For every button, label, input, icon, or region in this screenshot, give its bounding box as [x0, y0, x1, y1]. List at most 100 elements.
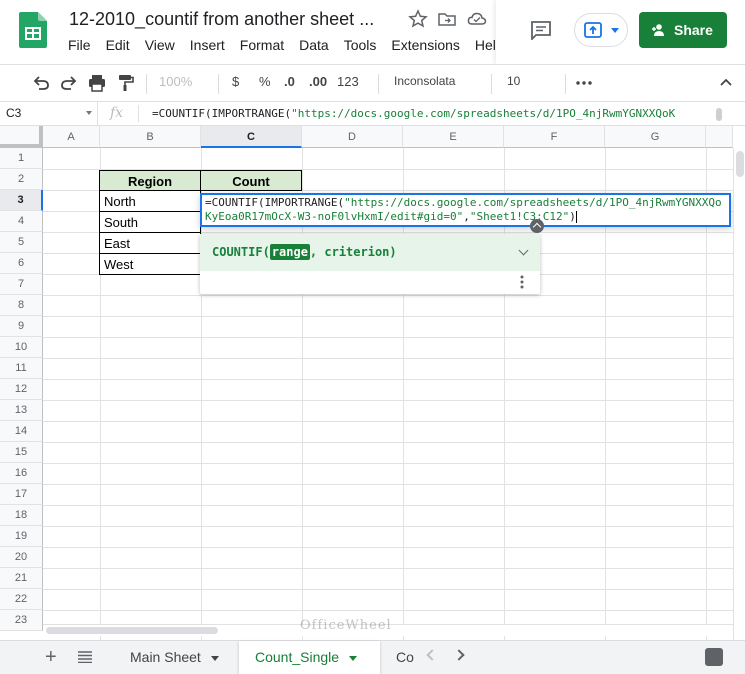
menu-bar: File Edit View Insert Format Data Tools …: [68, 37, 511, 53]
sheet-tab-partial[interactable]: Co: [396, 641, 416, 674]
formula-bar-scroll[interactable]: [716, 108, 722, 121]
row-header[interactable]: 1: [0, 148, 43, 169]
sheet-tab-menu-icon[interactable]: [349, 655, 358, 661]
horizontal-scroll-thumb[interactable]: [46, 627, 218, 634]
row-header[interactable]: 13: [0, 400, 43, 421]
sheet-tab-main-sheet[interactable]: Main Sheet: [114, 641, 236, 674]
more-formats-button[interactable]: 123: [337, 74, 359, 89]
toolbar-divider: [218, 74, 219, 94]
row-header[interactable]: 20: [0, 547, 43, 568]
menu-help[interactable]: Hel: [475, 37, 496, 53]
gridline: [43, 337, 733, 338]
column-header-a[interactable]: A: [43, 126, 100, 148]
row-header[interactable]: 8: [0, 295, 43, 316]
row-header[interactable]: 3: [0, 190, 43, 211]
row-header[interactable]: 12: [0, 379, 43, 400]
region-cell[interactable]: West: [99, 254, 201, 275]
region-cell[interactable]: North: [99, 191, 201, 212]
row-header[interactable]: 9: [0, 316, 43, 337]
menu-format[interactable]: Format: [240, 37, 284, 53]
menu-data[interactable]: Data: [299, 37, 329, 53]
cell-editor[interactable]: =COUNTIF(IMPORTRANGE("https://docs.googl…: [200, 193, 731, 227]
vertical-scrollbar[interactable]: [733, 148, 745, 640]
all-sheets-icon[interactable]: [78, 651, 92, 663]
sheets-logo-icon[interactable]: [19, 12, 47, 48]
row-header[interactable]: 17: [0, 484, 43, 505]
name-box-dropdown-icon[interactable]: [86, 111, 92, 115]
select-all-corner[interactable]: [0, 126, 43, 148]
row-header[interactable]: 2: [0, 169, 43, 190]
gridline: [43, 358, 733, 359]
row-header[interactable]: 15: [0, 442, 43, 463]
menu-tools[interactable]: Tools: [344, 37, 377, 53]
sheet-tab-count-single[interactable]: Count_Single: [239, 641, 380, 674]
redo-icon[interactable]: [60, 75, 78, 91]
cloud-saved-icon[interactable]: [467, 9, 487, 29]
row-header[interactable]: 18: [0, 505, 43, 526]
row-header[interactable]: 23: [0, 610, 43, 631]
row-header[interactable]: 11: [0, 358, 43, 379]
gridline: [43, 442, 733, 443]
increase-decimal-button[interactable]: .00: [309, 74, 327, 89]
table-header-count[interactable]: Count: [200, 170, 302, 191]
row-header[interactable]: 16: [0, 463, 43, 484]
present-dropdown-icon[interactable]: [611, 28, 619, 33]
region-cell[interactable]: East: [99, 233, 201, 254]
paint-format-icon[interactable]: [118, 74, 134, 92]
explore-icon[interactable]: [705, 648, 723, 666]
collapse-helper-icon[interactable]: [530, 219, 544, 233]
column-header-d[interactable]: D: [302, 126, 403, 148]
row-header[interactable]: 21: [0, 568, 43, 589]
expand-help-icon[interactable]: [518, 245, 529, 256]
present-button[interactable]: [574, 13, 628, 47]
menu-edit[interactable]: Edit: [106, 37, 130, 53]
name-box[interactable]: C3: [0, 102, 98, 125]
sheet-tab-menu-icon[interactable]: [210, 655, 219, 661]
print-icon[interactable]: [88, 74, 106, 92]
comment-history-icon[interactable]: [530, 20, 552, 40]
toolbar-divider: [491, 74, 492, 94]
table-header-region[interactable]: Region: [99, 170, 201, 191]
menu-file[interactable]: File: [68, 37, 91, 53]
font-family-select[interactable]: Inconsolata: [394, 74, 455, 88]
gridline: [43, 547, 733, 548]
row-header[interactable]: 22: [0, 589, 43, 610]
formula-input[interactable]: =COUNTIF(IMPORTRANGE("https://docs.googl…: [152, 107, 707, 120]
undo-icon[interactable]: [32, 75, 50, 91]
move-to-folder-icon[interactable]: [437, 9, 457, 29]
percent-format-button[interactable]: %: [259, 74, 271, 89]
column-header-e[interactable]: E: [403, 126, 504, 148]
row-header[interactable]: 4: [0, 211, 43, 232]
column-header-c[interactable]: C: [201, 126, 302, 148]
zoom-select[interactable]: 100%: [159, 74, 192, 89]
share-button[interactable]: Share: [639, 12, 727, 48]
more-options-icon[interactable]: [576, 81, 592, 85]
add-sheet-icon[interactable]: +: [45, 646, 57, 669]
column-header-g[interactable]: G: [605, 126, 706, 148]
region-cell[interactable]: South: [99, 212, 201, 233]
row-header[interactable]: 5: [0, 232, 43, 253]
column-header-b[interactable]: B: [100, 126, 201, 148]
column-header-h[interactable]: [706, 126, 733, 148]
currency-format-button[interactable]: $: [232, 74, 239, 89]
star-icon[interactable]: [408, 9, 428, 29]
row-header[interactable]: 7: [0, 274, 43, 295]
share-label: Share: [674, 22, 713, 38]
menu-extensions[interactable]: Extensions: [391, 37, 459, 53]
more-vert-icon[interactable]: [520, 275, 524, 289]
row-header[interactable]: 14: [0, 421, 43, 442]
person-add-icon: [652, 24, 664, 36]
vertical-scroll-thumb[interactable]: [736, 151, 744, 177]
document-title[interactable]: 12-2010_countif from another sheet ...: [69, 9, 374, 30]
formula-divider: [138, 105, 139, 122]
row-header[interactable]: 6: [0, 253, 43, 274]
row-header[interactable]: 10: [0, 337, 43, 358]
menu-view[interactable]: View: [145, 37, 175, 53]
formula-help-header[interactable]: COUNTIF(range, criterion): [200, 234, 540, 271]
font-size-select[interactable]: 10: [507, 74, 520, 88]
row-header[interactable]: 19: [0, 526, 43, 547]
column-header-f[interactable]: F: [504, 126, 605, 148]
decrease-decimal-button[interactable]: .0: [284, 74, 295, 89]
collapse-menus-icon[interactable]: [720, 78, 732, 86]
menu-insert[interactable]: Insert: [190, 37, 225, 53]
